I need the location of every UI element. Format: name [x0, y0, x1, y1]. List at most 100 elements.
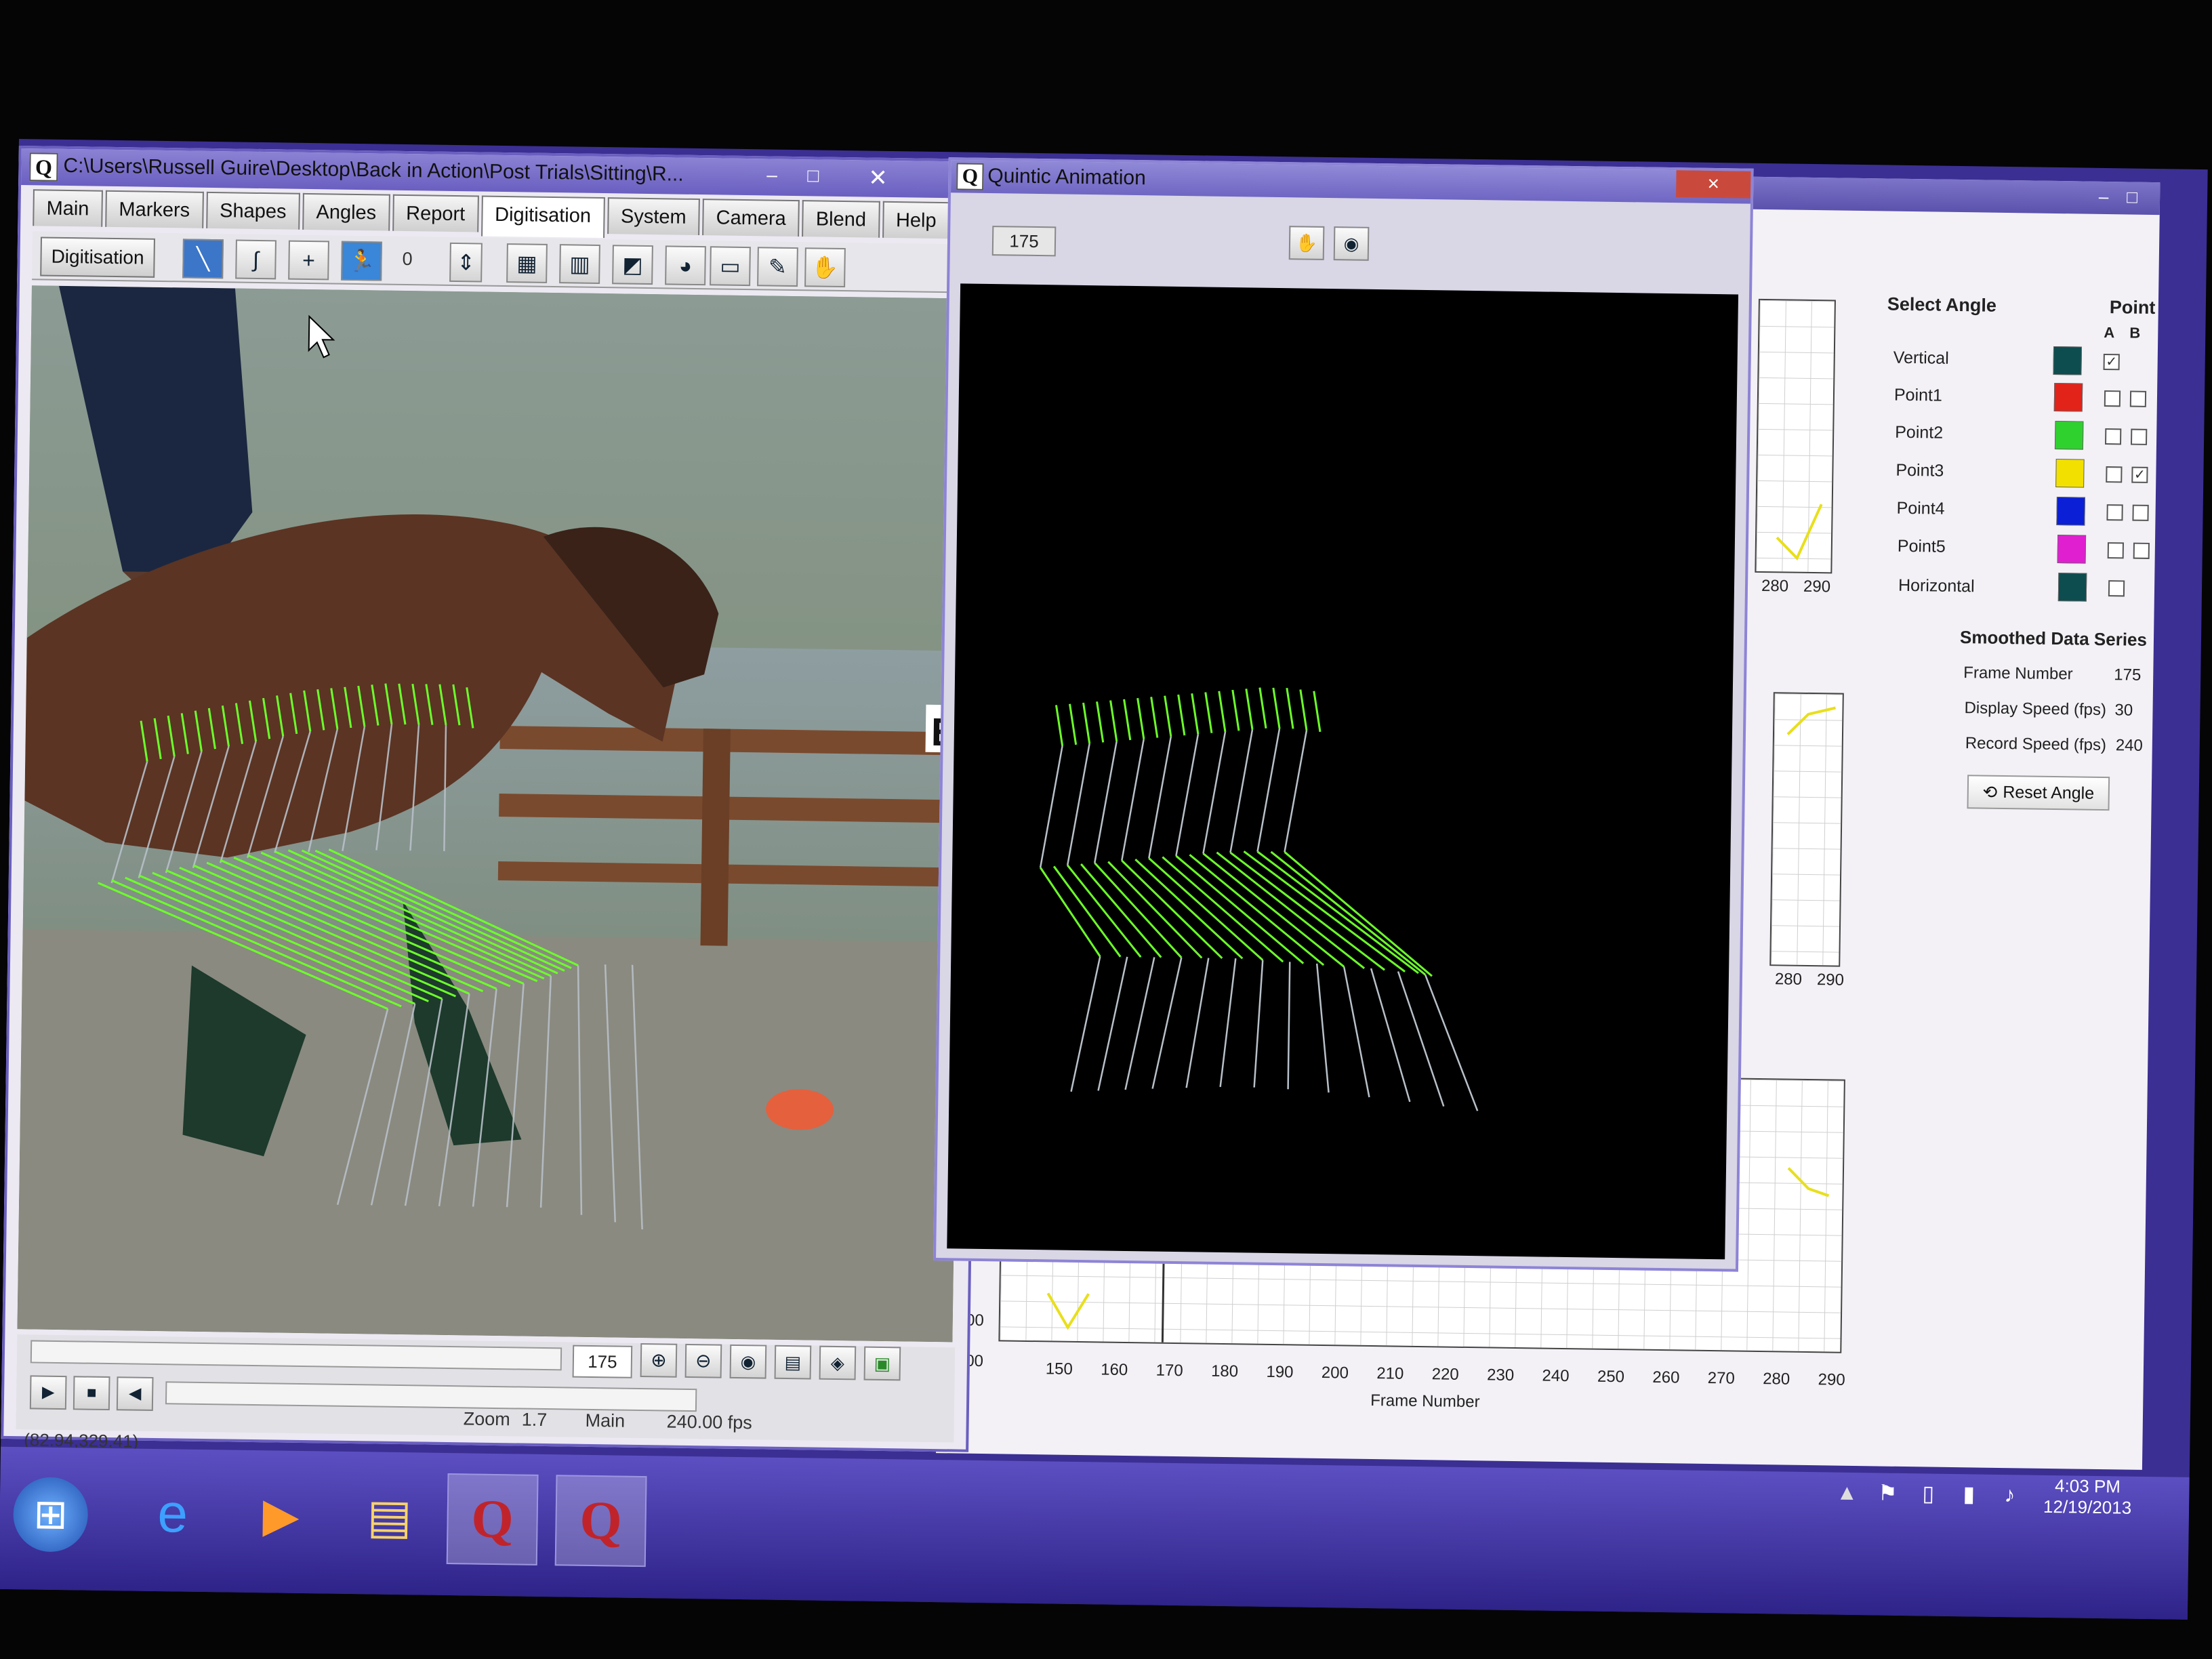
internet-explorer-icon[interactable]: e: [128, 1469, 218, 1558]
minimize-icon[interactable]: –: [766, 164, 777, 186]
network-icon[interactable]: ▮: [1952, 1477, 1986, 1511]
frames-tool-icon[interactable]: ▥: [559, 244, 600, 284]
color-swatch[interactable]: [2055, 459, 2085, 488]
angle-row-label-horizontal: Horizontal: [1898, 575, 1975, 596]
hand-tool-icon[interactable]: ✋: [804, 247, 846, 288]
tab-main[interactable]: Main: [33, 189, 103, 227]
checkbox-b[interactable]: [2133, 542, 2150, 559]
windows-taskbar: ⊞ e ▶ ▤ Q Q ▲ ⚑ ▯ ▮ ♪ 4:03 PM 12/19/2013: [0, 1446, 2190, 1620]
media-player-icon[interactable]: ▶: [237, 1471, 326, 1560]
hand-tool-icon[interactable]: ✋: [1288, 226, 1325, 260]
checkbox-b[interactable]: [2132, 504, 2149, 521]
smoothed-data-heading: Smoothed Data Series: [1959, 627, 2148, 650]
tab-blend[interactable]: Blend: [802, 200, 880, 238]
digitisation-window: Q C:\Users\Russell Guire\Desktop\Back in…: [1, 145, 987, 1452]
tab-markers[interactable]: Markers: [105, 190, 204, 228]
playback-controls: 175 ⊕ ⊖ ◉ ▤ ◈ ▣ ▶ ■ ◀ Zoom 1.7 Main 240.…: [16, 1334, 956, 1443]
color-swatch[interactable]: [2057, 573, 2087, 602]
line-tool-icon[interactable]: ╲: [182, 239, 224, 279]
book-icon[interactable]: ▤: [774, 1345, 812, 1380]
crosshair-tool-icon[interactable]: +: [288, 240, 329, 281]
marker-counter[interactable]: 0: [402, 249, 412, 270]
color-swatch[interactable]: [2053, 382, 2083, 412]
checkbox-b[interactable]: ✓: [2131, 466, 2148, 483]
minimize-icon[interactable]: –: [2092, 186, 2115, 207]
color-swatch[interactable]: [2053, 346, 2083, 375]
column-a-heading: A: [2104, 323, 2115, 342]
close-icon[interactable]: ×: [1676, 170, 1751, 199]
step-back-icon[interactable]: ◀: [116, 1376, 154, 1411]
close-icon[interactable]: ✕: [868, 165, 888, 192]
color-wheel-icon[interactable]: ◕: [665, 245, 706, 286]
checkbox-a[interactable]: [2104, 390, 2121, 407]
play-icon[interactable]: ▶: [29, 1375, 67, 1410]
x-tick-label: 160: [1101, 1360, 1128, 1380]
checkbox-a[interactable]: [2106, 504, 2123, 521]
checkbox-a[interactable]: [2105, 428, 2122, 445]
tray-arrow-icon[interactable]: ▲: [1830, 1475, 1864, 1510]
record-speed-value: 240: [2115, 736, 2144, 755]
horizontal-scrollbar[interactable]: [30, 1340, 562, 1371]
color-swatch[interactable]: [2054, 420, 2084, 450]
checkbox-a[interactable]: [2106, 466, 2123, 483]
tab-angles[interactable]: Angles: [302, 192, 390, 231]
frame-number-label: Frame Number: [1963, 663, 2073, 684]
angle-row-label-point5: Point5: [1897, 536, 1946, 556]
volume-icon[interactable]: ♪: [1992, 1477, 2027, 1512]
zoom-out-icon[interactable]: ⊖: [684, 1343, 722, 1378]
color-swatch[interactable]: [2056, 497, 2085, 526]
grid-tool-icon[interactable]: ▦: [506, 243, 548, 283]
x-axis-title: Frame Number: [1370, 1391, 1480, 1412]
x-tick-label: 280: [1763, 1370, 1790, 1389]
animation-titlebar: Q Quintic Animation ×: [951, 160, 1751, 204]
film-strip-icon[interactable]: ▭: [710, 246, 751, 287]
runner-tool-icon[interactable]: 🏃: [341, 241, 382, 281]
display-speed-value: 30: [2114, 701, 2133, 720]
stop-icon[interactable]: ■: [73, 1376, 110, 1411]
animation-canvas[interactable]: [947, 283, 1739, 1260]
tab-report[interactable]: Report: [392, 194, 479, 232]
tab-camera[interactable]: Camera: [702, 199, 800, 237]
frame-number-field[interactable]: 175: [572, 1345, 633, 1378]
curve-tool-icon[interactable]: ∫: [235, 239, 276, 280]
checkbox-a[interactable]: [2107, 542, 2124, 559]
pen-tool-icon[interactable]: ✎: [757, 247, 798, 287]
maximize-icon[interactable]: □: [2121, 186, 2144, 207]
video-overlay-graphic: E: [17, 285, 967, 1343]
flag-icon[interactable]: ⚑: [1870, 1475, 1905, 1510]
x-tick-label: 230: [1486, 1366, 1515, 1385]
file-explorer-icon[interactable]: ▤: [345, 1472, 434, 1561]
export-icon[interactable]: ▣: [863, 1346, 901, 1381]
checkbox-a[interactable]: ✓: [2103, 353, 2120, 371]
animation-frame-field[interactable]: 175: [991, 226, 1057, 257]
checkbox-b[interactable]: [2130, 428, 2148, 445]
graph-tool-icon[interactable]: ◩: [612, 245, 653, 285]
tab-system[interactable]: System: [607, 197, 701, 236]
tab-digitisation[interactable]: Digitisation: [480, 195, 605, 239]
system-clock[interactable]: 4:03 PM 12/19/2013: [2033, 1475, 2142, 1519]
angle-row-label-point3: Point3: [1896, 460, 1944, 480]
palette-icon[interactable]: ◈: [819, 1345, 857, 1380]
angle-row-label-vertical: Vertical: [1893, 348, 1949, 368]
checkbox-b[interactable]: [2129, 390, 2147, 407]
tick-label: 290: [1803, 577, 1831, 596]
tab-shapes[interactable]: Shapes: [205, 191, 300, 230]
x-tick-label: 170: [1155, 1361, 1183, 1380]
tab-help[interactable]: Help: [882, 201, 951, 239]
start-menu-icon[interactable]: ⊞: [12, 1477, 89, 1553]
camera-icon[interactable]: ◉: [1333, 226, 1370, 261]
maximize-icon[interactable]: □: [807, 165, 819, 186]
frame-slider[interactable]: [165, 1381, 697, 1412]
camera-icon[interactable]: ◉: [729, 1344, 767, 1379]
battery-icon[interactable]: ▯: [1911, 1476, 1946, 1511]
checkbox-a[interactable]: [2108, 580, 2125, 597]
quintic-taskbar-button[interactable]: Q: [554, 1475, 647, 1568]
color-swatch[interactable]: [2057, 535, 2087, 564]
record-speed-label: Record Speed (fps): [1965, 734, 2107, 755]
reset-angle-button[interactable]: ⟲ Reset Angle: [1967, 775, 2110, 811]
spinner-icon[interactable]: ⇕: [449, 242, 483, 283]
digitisation-button[interactable]: Digitisation: [40, 237, 155, 278]
video-frame[interactable]: E: [17, 285, 967, 1343]
zoom-in-icon[interactable]: ⊕: [640, 1343, 678, 1378]
quintic-taskbar-button[interactable]: Q: [446, 1473, 539, 1565]
